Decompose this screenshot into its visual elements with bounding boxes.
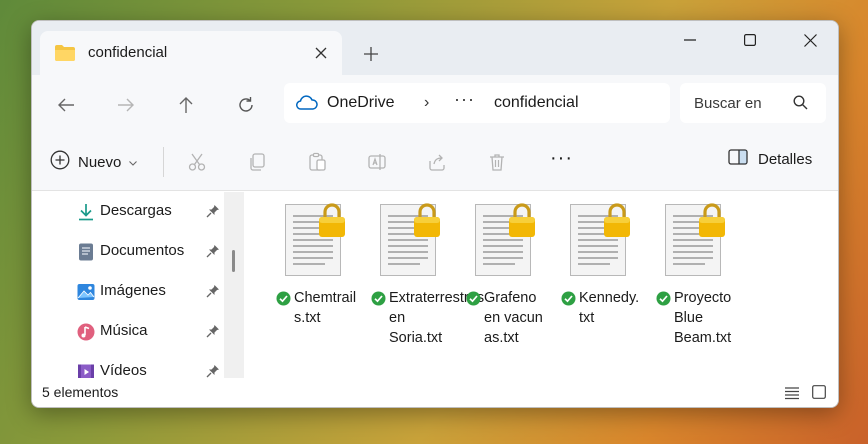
toolbar-divider xyxy=(163,147,164,177)
tab-title: confidencial xyxy=(88,44,168,61)
search-box[interactable] xyxy=(680,83,826,123)
close-tab-icon[interactable] xyxy=(310,42,332,64)
new-button[interactable]: Nuevo xyxy=(50,148,138,176)
new-button-label: Nuevo xyxy=(78,153,122,171)
search-input[interactable] xyxy=(694,93,790,113)
delete-icon[interactable] xyxy=(484,149,510,175)
pin-icon[interactable] xyxy=(206,244,220,263)
sidebar-item-label: Documentos xyxy=(100,242,185,259)
address-bar[interactable]: OneDrive › ··· confidencial xyxy=(284,83,670,123)
documents-icon xyxy=(76,242,96,262)
lock-icon xyxy=(319,203,345,237)
refresh-button[interactable] xyxy=(232,91,260,119)
breadcrumb-onedrive[interactable]: OneDrive xyxy=(327,94,395,112)
sidebar-item-label: Imágenes xyxy=(100,282,166,299)
sidebar-item-label: Vídeos xyxy=(100,362,147,379)
sidebar-item-label: Descargas xyxy=(100,202,172,219)
synced-check-icon xyxy=(371,291,386,306)
file-list: Chemtrails.txt Extraterrestres en Soria.… xyxy=(244,192,838,378)
status-bar: 5 elementos xyxy=(32,378,838,407)
sidebar-scrollbar[interactable] xyxy=(224,192,244,378)
file-name: Grafeno en vacunas.txt xyxy=(466,288,548,348)
back-button[interactable] xyxy=(52,91,80,119)
pictures-icon xyxy=(76,282,96,302)
file-name: Extraterrestres en Soria.txt xyxy=(371,288,485,348)
scrollbar-thumb[interactable] xyxy=(232,250,235,272)
music-icon xyxy=(76,322,96,342)
tab-confidencial[interactable]: confidencial xyxy=(40,31,342,75)
breadcrumb-more[interactable]: ··· xyxy=(454,89,475,110)
breadcrumb-chevron-icon[interactable]: › xyxy=(424,94,429,112)
lock-icon xyxy=(699,203,725,237)
plus-circle-icon xyxy=(50,150,70,175)
onedrive-cloud-icon xyxy=(296,95,318,116)
details-view-icon[interactable] xyxy=(784,386,800,405)
file-name-label: Kennedy.txt xyxy=(579,290,640,326)
minimize-button[interactable] xyxy=(670,25,710,55)
synced-check-icon xyxy=(561,291,576,306)
close-window-button[interactable] xyxy=(790,25,830,55)
synced-check-icon xyxy=(466,291,481,306)
file-name: Kennedy.txt xyxy=(561,288,643,328)
file-name: Proyecto Blue Beam.txt xyxy=(656,288,738,348)
chevron-down-icon xyxy=(129,153,138,171)
item-count: 5 elementos xyxy=(42,384,119,400)
more-options-button[interactable]: ··· xyxy=(550,147,573,170)
synced-check-icon xyxy=(276,291,291,306)
lock-icon xyxy=(414,203,440,237)
title-bar: confidencial xyxy=(32,21,838,75)
navigation-bar: OneDrive › ··· confidencial xyxy=(32,75,838,133)
file-name-label: Extraterrestres en Soria.txt xyxy=(389,290,485,346)
forward-button[interactable] xyxy=(112,91,140,119)
folder-icon xyxy=(54,44,76,67)
file-name-label: Grafeno en vacunas.txt xyxy=(484,290,543,346)
lock-icon xyxy=(604,203,630,237)
navigation-pane: Descargas Documentos Imágenes Música Víd… xyxy=(32,192,244,380)
pin-icon[interactable] xyxy=(206,284,220,303)
file-name-label: Proyecto Blue Beam.txt xyxy=(674,290,732,346)
search-icon[interactable] xyxy=(793,95,808,115)
details-pane-icon xyxy=(728,149,748,170)
file-explorer-window: confidencial OneDrive › ··· confidencial… xyxy=(31,20,839,408)
details-label: Detalles xyxy=(758,151,813,168)
download-icon xyxy=(76,202,96,222)
paste-icon[interactable] xyxy=(304,149,330,175)
lock-icon xyxy=(509,203,535,237)
sidebar-item-label: Música xyxy=(100,322,148,339)
new-tab-button[interactable] xyxy=(358,41,384,67)
file-name: Chemtrails.txt xyxy=(276,288,358,328)
breadcrumb-confidencial[interactable]: confidencial xyxy=(494,94,579,112)
pin-icon[interactable] xyxy=(206,204,220,223)
command-bar: Nuevo ··· Detalles xyxy=(32,133,838,191)
file-name-label: Chemtrails.txt xyxy=(294,290,357,326)
up-button[interactable] xyxy=(172,91,200,119)
maximize-button[interactable] xyxy=(730,25,770,55)
details-button[interactable]: Detalles xyxy=(728,149,812,170)
large-icons-view-icon[interactable] xyxy=(812,385,826,404)
pin-icon[interactable] xyxy=(206,324,220,343)
share-icon[interactable] xyxy=(424,149,450,175)
copy-icon[interactable] xyxy=(244,149,270,175)
rename-icon[interactable] xyxy=(364,149,390,175)
synced-check-icon xyxy=(656,291,671,306)
cut-icon[interactable] xyxy=(184,149,210,175)
